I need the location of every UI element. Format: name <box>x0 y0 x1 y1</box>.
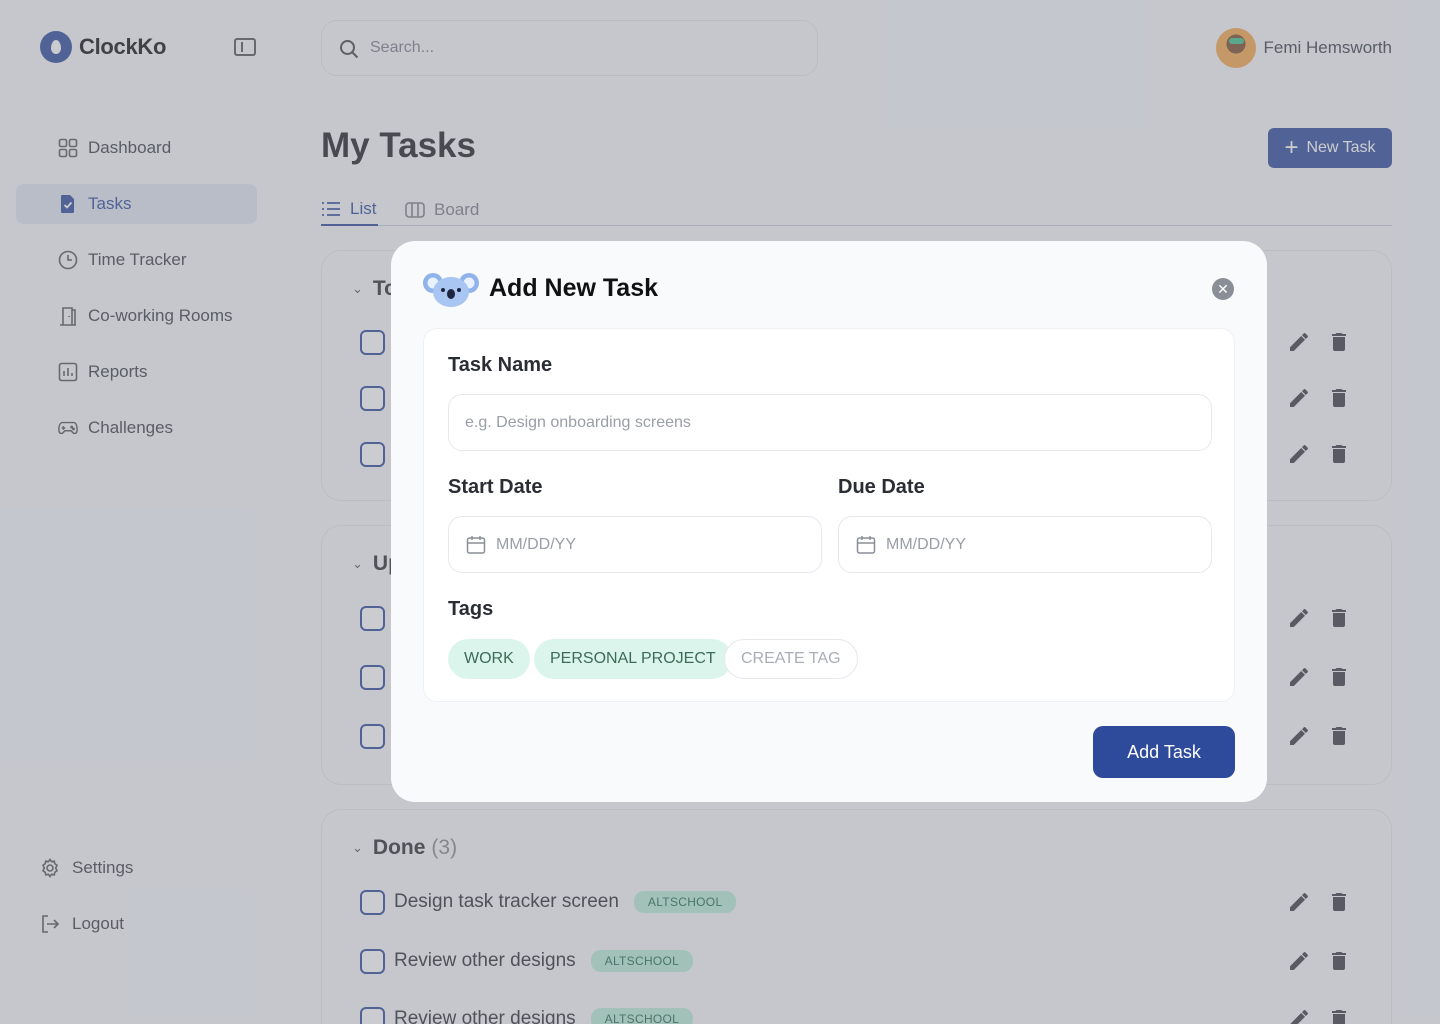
start-date-input[interactable] <box>496 535 796 554</box>
start-date-label: Start Date <box>448 476 543 498</box>
tag-chip-personal-project[interactable]: PERSONAL PROJECT <box>534 639 732 679</box>
tag-chip-work[interactable]: WORK <box>448 639 530 679</box>
due-date-field[interactable] <box>838 516 1212 573</box>
add-task-button[interactable]: Add Task <box>1093 726 1235 778</box>
due-date-label: Due Date <box>838 476 925 498</box>
calendar-icon <box>856 535 876 554</box>
start-date-field[interactable] <box>448 516 822 573</box>
task-form: Task Name Start Date Due Date Tags WORK … <box>423 328 1235 702</box>
add-task-modal: Add New Task ✕ Task Name Start Date Due … <box>391 241 1267 802</box>
koala-icon <box>423 273 479 307</box>
task-name-field[interactable] <box>448 394 1212 451</box>
due-date-input[interactable] <box>886 535 1186 554</box>
close-icon[interactable]: ✕ <box>1212 278 1234 300</box>
calendar-icon <box>466 535 486 554</box>
modal-title: Add New Task <box>489 274 659 302</box>
task-name-label: Task Name <box>448 354 553 376</box>
task-name-input[interactable] <box>465 413 1185 432</box>
tags-label: Tags <box>448 598 494 620</box>
create-tag-button[interactable]: CREATE TAG <box>724 639 858 679</box>
